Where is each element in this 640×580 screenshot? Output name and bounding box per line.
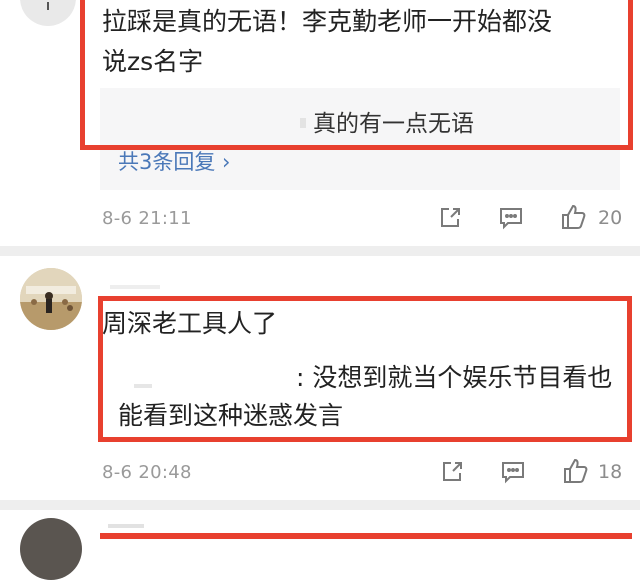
thumbs-up-icon <box>562 457 588 485</box>
like-count: 18 <box>598 461 623 483</box>
share-icon[interactable] <box>438 206 462 230</box>
blurred-username <box>110 285 160 289</box>
like-button[interactable]: 18 <box>562 457 624 487</box>
thumbs-up-icon <box>560 203 586 231</box>
separator <box>0 246 640 256</box>
like-count: 20 <box>598 207 623 229</box>
like-button[interactable]: 20 <box>560 203 622 233</box>
avatar[interactable] <box>20 268 82 330</box>
separator <box>0 500 640 510</box>
more-replies-link[interactable]: 共3条回复 › <box>118 146 230 176</box>
blurred-username <box>108 524 144 528</box>
highlight-frame <box>100 533 632 539</box>
share-icon[interactable] <box>440 460 464 484</box>
highlight-frame <box>98 296 632 442</box>
comment-icon[interactable] <box>500 460 526 484</box>
avatar[interactable] <box>20 518 82 580</box>
timestamp: 8-6 21:11 <box>102 208 192 229</box>
highlight-frame <box>80 0 633 150</box>
timestamp: 8-6 20:48 <box>102 462 192 483</box>
avatar-mark <box>47 2 49 10</box>
comment-icon[interactable] <box>498 206 524 230</box>
